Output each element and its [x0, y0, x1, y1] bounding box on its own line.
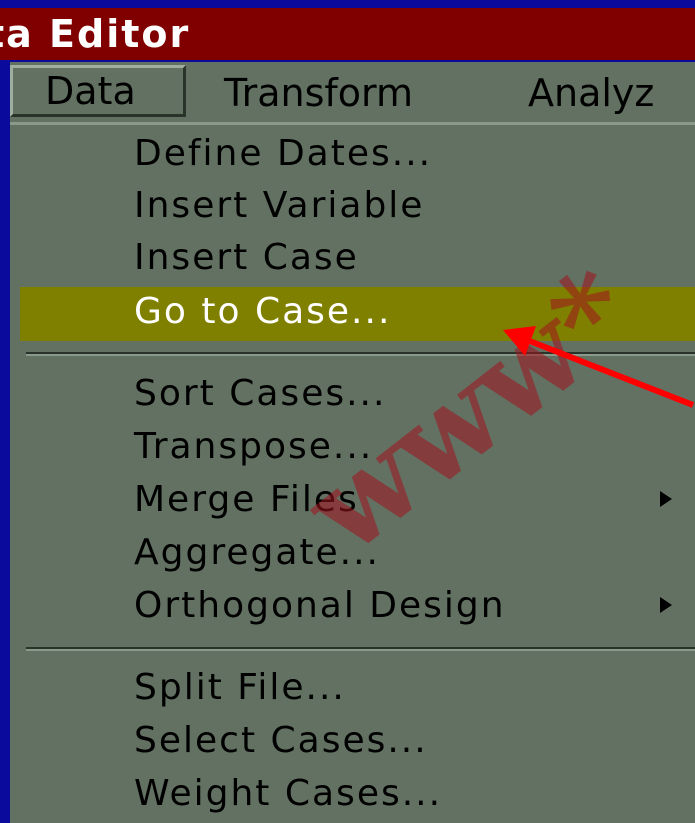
menu-bar: Data Transform Analyz: [10, 62, 695, 125]
menu-data-label: Data: [45, 69, 136, 113]
screen: ta Editor Data Transform Analyz Define D…: [0, 0, 695, 823]
menu-item-select-cases[interactable]: Select Cases...: [20, 716, 695, 766]
menu-separator: [26, 352, 695, 356]
menu-item-label: Split File...: [134, 667, 346, 708]
menu-item-insert-variable[interactable]: Insert Variable: [20, 181, 695, 231]
menu-item-label: Sort Cases...: [134, 373, 387, 414]
submenu-arrow-icon: [660, 491, 672, 507]
menu-item-aggregate[interactable]: Aggregate...: [20, 528, 695, 578]
data-editor-window: Data Transform Analyz Define Dates... In…: [10, 62, 695, 823]
menu-item-orthogonal-design[interactable]: Orthogonal Design: [20, 581, 695, 631]
menu-item-transpose[interactable]: Transpose...: [20, 422, 695, 472]
menu-item-label: Select Cases...: [134, 720, 428, 761]
menu-item-label: Transpose...: [134, 426, 374, 467]
window-title-bar[interactable]: ta Editor: [0, 8, 695, 60]
menu-item-label: Orthogonal Design: [134, 585, 506, 626]
menu-separator: [26, 647, 695, 651]
menu-item-label: Merge Files: [134, 479, 359, 520]
menu-item-merge-files[interactable]: Merge Files: [20, 475, 695, 525]
menu-item-label: Go to Case...: [134, 291, 392, 332]
submenu-arrow-icon: [660, 597, 672, 613]
menu-data[interactable]: Data: [10, 65, 186, 117]
menu-item-label: Aggregate...: [134, 532, 380, 573]
data-menu-dropdown: Define Dates... Insert Variable Insert C…: [10, 125, 695, 823]
menu-item-split-file[interactable]: Split File...: [20, 663, 695, 713]
menu-analyze[interactable]: Analyz: [528, 67, 654, 119]
menu-transform-label: Transform: [224, 71, 414, 115]
menu-item-sort-cases[interactable]: Sort Cases...: [20, 369, 695, 419]
menu-item-insert-case[interactable]: Insert Case: [20, 233, 695, 283]
menu-transform[interactable]: Transform: [224, 67, 413, 119]
menu-item-label: Weight Cases...: [134, 773, 443, 814]
menu-item-define-dates[interactable]: Define Dates...: [20, 129, 695, 179]
menu-item-label: Define Dates...: [134, 133, 433, 174]
window-title: ta Editor: [0, 12, 191, 56]
menu-item-label: Insert Variable: [134, 185, 425, 226]
menu-item-label: Insert Case: [134, 237, 359, 278]
menu-item-go-to-case[interactable]: Go to Case...: [20, 287, 695, 341]
menu-analyze-label: Analyz: [528, 71, 655, 115]
menu-item-weight-cases[interactable]: Weight Cases...: [20, 769, 695, 819]
